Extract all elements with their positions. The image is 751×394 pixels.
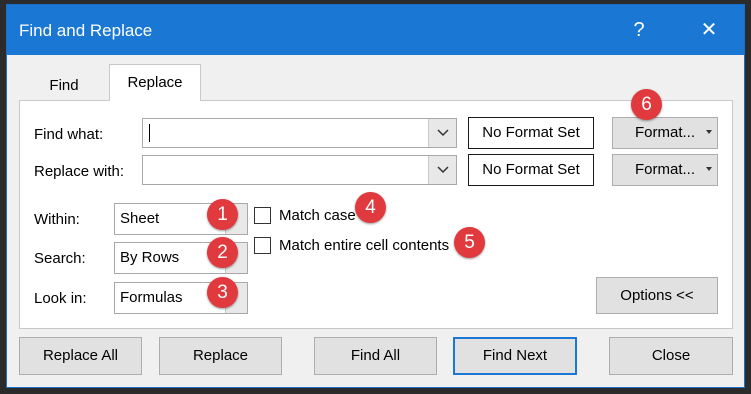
replace-format-preview: No Format Set [468,154,594,186]
annotation-badge-6: 6 [631,89,662,120]
annotation-badge-2: 2 [207,237,238,268]
annotation-badge-3: 3 [207,277,238,308]
replace-format-button-label: Format... [635,161,696,178]
annotation-badge-5: 5 [454,227,485,258]
look-in-label: Look in: [34,290,87,307]
match-case-checkbox[interactable] [254,207,271,224]
chevron-down-icon [437,166,449,174]
help-button[interactable]: ? [619,13,659,47]
replace-all-button[interactable]: Replace All [19,337,142,375]
find-next-button[interactable]: Find Next [453,337,577,375]
within-value: Sheet [120,210,160,227]
replace-with-input[interactable] [142,155,457,185]
window-title: Find and Replace [19,21,153,40]
replace-with-dropdown-arrow[interactable] [428,156,456,184]
title-bar: Find and Replace ? ✕ [7,5,744,55]
match-case-label[interactable]: Match case [279,207,356,224]
dropdown-arrow-icon [706,167,712,171]
replace-button[interactable]: Replace [159,337,282,375]
annotation-badge-4: 4 [355,192,386,223]
dropdown-arrow-icon [706,130,712,134]
chevron-down-icon [437,129,449,137]
options-button[interactable]: Options << [596,277,718,314]
within-label: Within: [34,211,80,228]
replace-with-label: Replace with: [34,163,125,180]
find-format-preview: No Format Set [468,117,594,149]
find-format-button-label: Format... [635,124,696,141]
replace-format-button[interactable]: Format... [612,154,718,186]
find-what-input[interactable] [142,118,457,148]
tab-find[interactable]: Find [19,69,109,101]
find-what-label: Find what: [34,126,104,143]
annotation-badge-1: 1 [207,199,238,230]
match-entire-label[interactable]: Match entire cell contents [279,237,449,254]
close-button[interactable]: Close [609,337,733,375]
match-entire-checkbox[interactable] [254,237,271,254]
find-what-dropdown-arrow[interactable] [428,119,456,147]
tab-replace[interactable]: Replace [109,64,201,101]
look-in-value: Formulas [120,289,183,306]
close-icon[interactable]: ✕ [689,13,729,47]
find-replace-dialog: Find and Replace ? ✕ Find Replace Find w… [6,4,745,388]
search-value: By Rows [120,249,180,266]
text-caret [149,124,150,142]
search-label: Search: [34,250,86,267]
find-all-button[interactable]: Find All [314,337,437,375]
find-format-button[interactable]: Format... [612,117,718,149]
